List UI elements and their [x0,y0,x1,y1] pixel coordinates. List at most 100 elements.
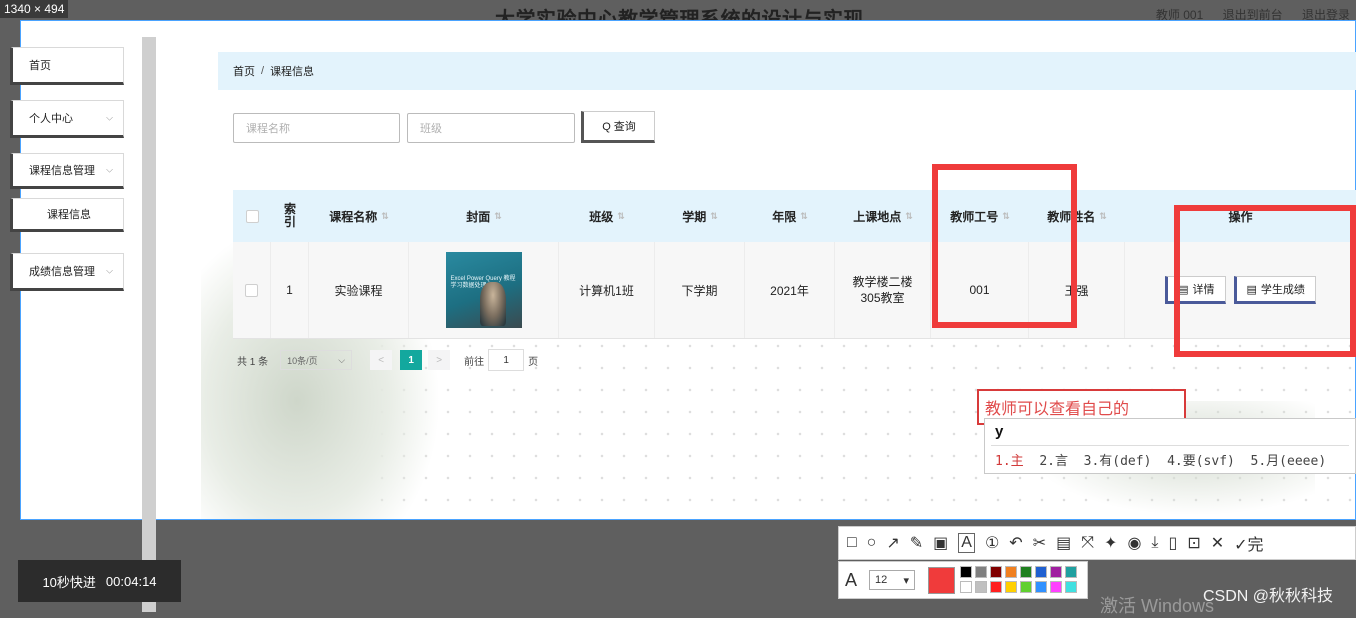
number-tool-icon[interactable]: ① [985,533,999,553]
class-input[interactable]: 班级 [407,113,575,143]
color-swatch[interactable] [1005,566,1017,578]
goto-page-input[interactable]: 1 [488,349,525,371]
header-class[interactable]: 班级 ⇅ [559,190,655,242]
ime-candidate-window: y 1.主 2.言 3.有(def) 4.要(svf) 5.月(eeee) [984,418,1356,474]
ellipse-tool-icon[interactable]: ○ [867,534,877,552]
sidebar-item-profile[interactable]: 个人中心 ⌵ [10,100,124,138]
cell-cover: Excel Power Query 教程 学习数据处理 [409,242,559,338]
header-term[interactable]: 学期 ⇅ [655,190,745,242]
color-swatch[interactable] [1035,566,1047,578]
goto-label: 前往 [464,356,485,368]
record-icon[interactable]: ◉ [1127,533,1141,553]
header-year[interactable]: 年限 ⇅ [745,190,835,242]
breadcrumb-separator: / [261,65,265,77]
breadcrumb-home[interactable]: 首页 [233,63,255,79]
course-name-input[interactable]: 课程名称 [233,113,400,143]
ocr-icon[interactable]: ▤ [1056,533,1071,553]
page-size-select[interactable]: 10条/页 ⌵ [280,350,353,370]
ime-candidates: 1.主 2.言 3.有(def) 4.要(svf) 5.月(eeee) [995,450,1326,469]
color-swatch[interactable] [1020,581,1032,593]
watermark: CSDN @秋秋科技 [1203,588,1334,605]
color-swatch[interactable] [1050,581,1062,593]
phone-icon[interactable]: ▯ [1169,533,1178,553]
font-size-icon: A [845,570,858,590]
sidebar-item-course-info[interactable]: 课程信息 [10,198,124,232]
sidebar-item-label: 首页 [29,60,51,72]
sidebar-item-course-management[interactable]: 课程信息管理 ⌵ [10,153,124,189]
chevron-down-icon: ⌵ [338,354,346,365]
color-swatch[interactable] [975,566,987,578]
ime-candidate[interactable]: 3.有(def) [1084,454,1152,469]
sidebar-item-home[interactable]: 首页 [10,47,124,85]
expand-icon[interactable]: ⤧ [1081,534,1094,552]
header-course-name[interactable]: 课程名称 ⇅ [309,190,409,242]
color-swatch[interactable] [975,581,987,593]
color-swatch[interactable] [1035,581,1047,593]
query-button[interactable]: Q 查询 [581,111,655,143]
rectangle-tool-icon[interactable]: □ [847,534,857,552]
cell-year: 2021年 [745,242,835,338]
sidebar-divider [142,37,156,612]
ime-divider [991,445,1349,446]
chevron-down-icon: ⌵ [106,112,113,123]
header-cover[interactable]: 封面 ⇅ [409,190,559,242]
arrow-tool-icon[interactable]: ↗ [886,533,899,553]
color-swatch[interactable] [990,566,1002,578]
pagination: 共 1 条 10条/页 ⌵ < 1 > 前往 1 页 [237,349,538,371]
cell-course-name: 实验课程 [309,242,409,338]
color-swatch[interactable] [960,581,972,593]
color-swatch[interactable] [990,581,1002,593]
header-index: 索引 [283,202,296,229]
color-swatch[interactable] [1005,581,1017,593]
undo-icon[interactable]: ↶ [1009,533,1022,553]
color-swatch[interactable] [1050,566,1062,578]
ime-candidate[interactable]: 1.主 [995,454,1024,469]
font-size-select[interactable]: 12 ▾ [869,570,915,590]
page-suffix: 页 [528,356,539,368]
sidebar-item-grade-management[interactable]: 成绩信息管理 ⌵ [10,253,124,291]
prev-page-button[interactable]: < [370,350,393,370]
fast-forward-label: 10秒快进 [42,574,96,590]
ime-composition: y [995,423,1004,440]
cell-index: 1 [271,242,309,338]
sidebar-item-label: 成绩信息管理 [29,266,95,278]
current-color-swatch[interactable] [928,567,955,594]
row-checkbox[interactable] [245,283,258,297]
cell-location: 教学楼二楼305教室 [835,242,931,338]
ime-candidate[interactable]: 5.月(eeee) [1251,454,1327,469]
color-swatch[interactable] [1065,581,1077,593]
annotation-box-actions [1174,205,1356,357]
mosaic-tool-icon[interactable]: ▣ [933,533,948,553]
color-swatch[interactable] [1065,566,1077,578]
breadcrumb: 首页 / 课程信息 [218,52,1356,90]
chevron-down-icon: ⌵ [106,265,113,276]
page-1-button[interactable]: 1 [400,350,423,370]
annotation-box-teacher-id [932,164,1077,328]
color-swatch[interactable] [1020,566,1032,578]
screenshot-toolbar: □ ○ ↗ ✎ ▣ A ① ↶ ✂ ▤ ⤧ ✦ ◉ ⤓ ▯ ⊡ ✕ ✓完 [838,526,1356,560]
next-page-button[interactable]: > [428,350,451,370]
video-time: 00:04:14 [105,573,157,589]
close-icon[interactable]: ✕ [1211,533,1224,553]
pen-tool-icon[interactable]: ✎ [910,533,923,553]
ime-candidate[interactable]: 4.要(svf) [1167,454,1235,469]
header-location[interactable]: 上课地点 ⇅ [835,190,931,242]
video-overlay: 10秒快进 00:04:14 [18,560,181,602]
ime-candidate[interactable]: 2.言 [1039,454,1068,469]
bookmark-icon[interactable]: ⊡ [1187,533,1200,553]
color-swatch[interactable] [960,566,972,578]
sidebar-item-label: 课程信息 [47,209,91,221]
download-icon[interactable]: ⤓ [1151,534,1158,552]
pagination-total: 共 1 条 [237,356,269,368]
cover-figure [479,282,506,326]
done-icon[interactable]: ✓完 [1234,531,1263,555]
cell-class: 计算机1班 [559,242,655,338]
select-all-checkbox[interactable] [245,209,259,223]
capture-size-label: 1340 × 494 [0,0,69,18]
text-tool-icon[interactable]: A [958,533,975,553]
chevron-down-icon: ⌵ [106,164,113,175]
cut-icon[interactable]: ✂ [1033,533,1046,553]
breadcrumb-current: 课程信息 [270,66,315,78]
pin-icon[interactable]: ✦ [1104,533,1117,553]
cell-term: 下学期 [655,242,745,338]
